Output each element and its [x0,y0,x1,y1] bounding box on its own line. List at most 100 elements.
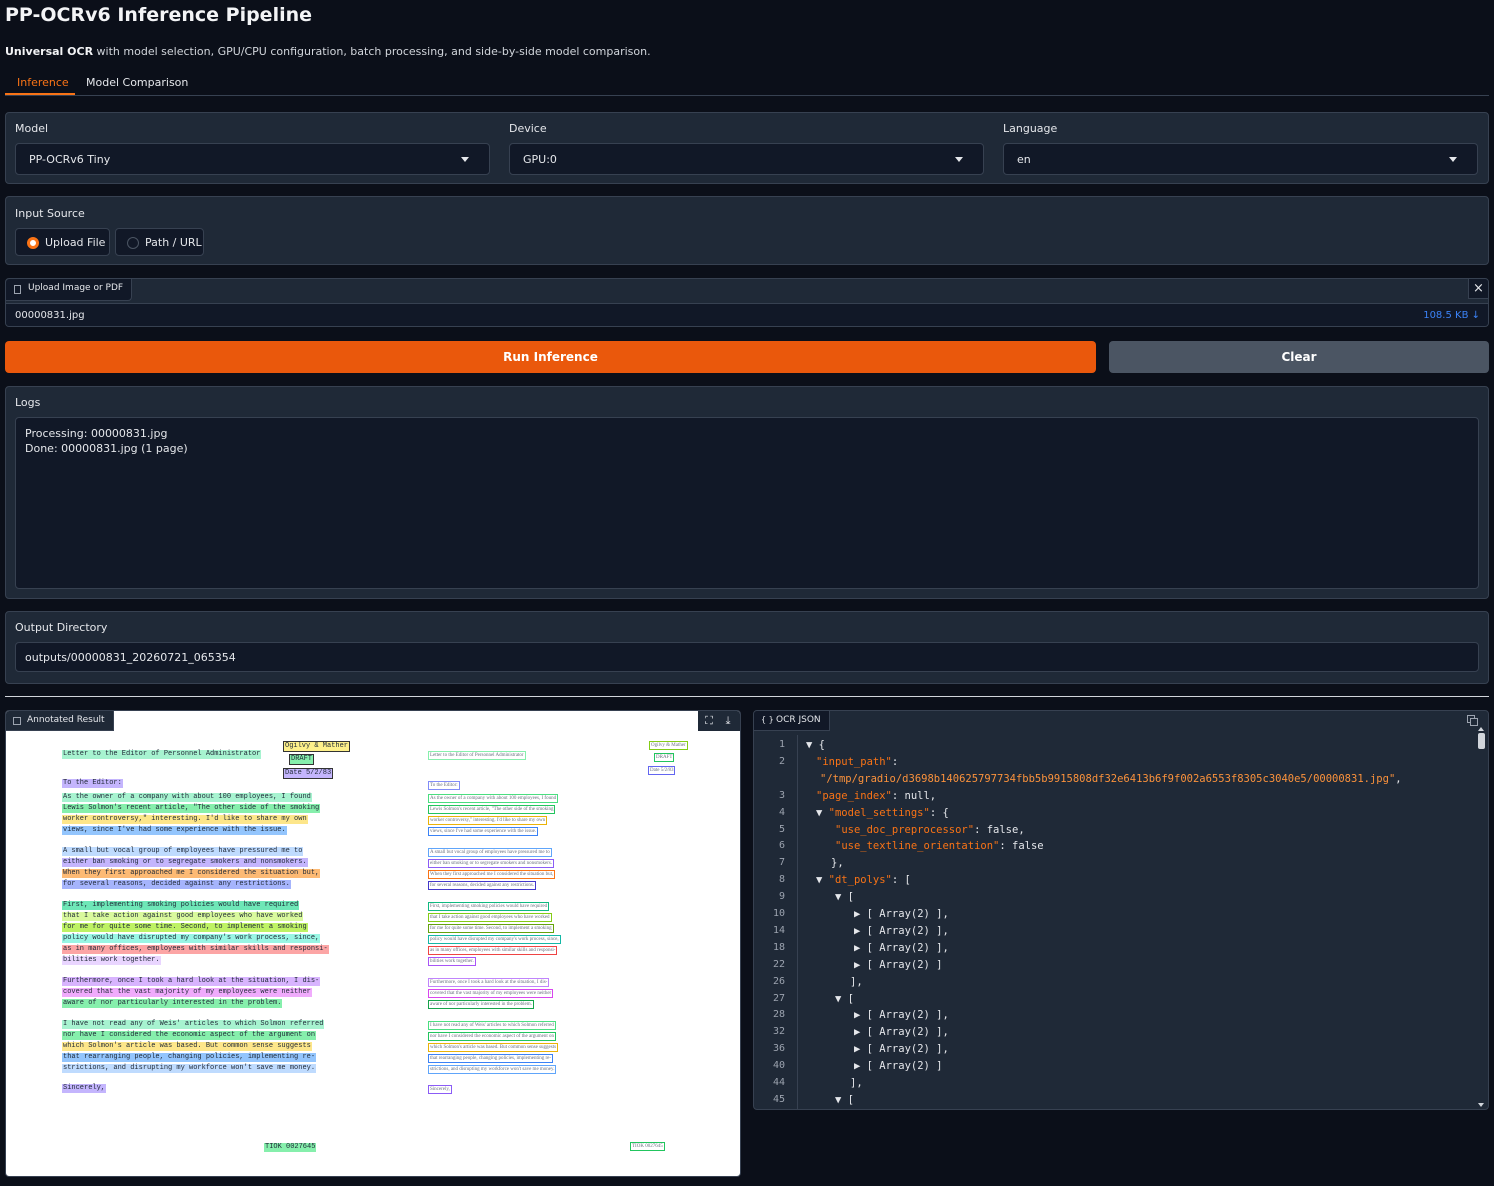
line-number: 28 [772,1009,785,1021]
json-line: ▶ [ Array(2) ], [854,1026,949,1039]
ocr-text-box: aware of nor particularly interested in … [62,999,283,1008]
stamp-box: DRAFT [654,753,675,762]
radio-upload-file[interactable]: Upload File [15,228,110,256]
json-line: ▶ [ Array(2) ], [854,1043,949,1056]
radio-label: Upload File [45,236,106,249]
scroll-thumb[interactable] [1478,733,1485,749]
ocr-text-box: Sincerely, [62,1084,107,1093]
json-scrollbar[interactable] [1477,727,1486,1107]
ocr-footer-box: TIOK 0027645 [264,1143,317,1152]
tab-inference[interactable]: Inference [17,76,69,89]
line-number: 4 [778,806,785,818]
json-line: ▼ "dt_polys": [ [816,874,911,887]
ocr-text-box: for several reasons, decided against any… [428,881,537,890]
radio-path-url[interactable]: Path / URL [115,228,204,256]
ocr-text-box: First, implementing smoking policies wou… [62,901,300,910]
json-line: ▼ [ [835,992,854,1005]
log-line: Processing: 00000831.jpg [25,427,168,440]
page-subtitle: Universal OCR with model selection, GPU/… [5,45,651,58]
output-directory-field[interactable]: outputs/00000831_20260721_065354 [15,642,1479,672]
json-line: ▼ [ [835,891,854,904]
scroll-up-icon[interactable] [1478,727,1484,731]
ocr-text-box: bilities work together. [428,957,476,966]
ocr-text-box: that rearranging people, changing polici… [62,1053,317,1062]
ocr-text-box: Lewis Solmon's recent article, "The othe… [62,804,321,813]
device-dropdown[interactable]: GPU:0 [509,143,984,175]
ocr-text-box: nor have I considered the economic aspec… [62,1031,317,1040]
logs-label: Logs [15,396,41,409]
ocr-text-box: for several reasons, decided against any… [62,880,291,889]
ocr-text-box: nor have I considered the economic aspec… [428,1032,557,1041]
download-icon[interactable]: ⤓ [721,714,735,728]
line-number-gutter: 1 2 3 4 5 6 7 8 9 10 14 18 22 26 27 28 32 36 40 44 45 [754,735,798,1109]
json-line: ▼ "model_settings": { [816,806,949,819]
json-line: "input_path": [816,755,899,768]
ocr-text-box: that I take action against good employee… [62,912,304,921]
line-number: 18 [772,941,785,953]
stamp-box: Date 5/2/83 [283,768,334,779]
chevron-down-icon [461,157,469,162]
clear-button[interactable]: Clear [1109,341,1489,373]
tab-model-comparison[interactable]: Model Comparison [86,76,188,89]
ocr-text-box: for me for quite some time. Second, to i… [62,923,308,932]
section-divider [5,696,1489,697]
file-download-link[interactable]: 108.5 KB ↓ [1423,310,1480,321]
ocr-text-box: aware of nor particularly interested in … [428,1000,534,1009]
copy-icon[interactable] [1466,714,1480,728]
ocr-text-box: When they first approached me I consider… [428,870,556,879]
output-directory-value: outputs/00000831_20260721_065354 [25,651,236,664]
ocr-text-box: Furthermore, once I took a hard look at … [62,977,321,986]
ocr-text-box: which Solmon's article was based. But co… [428,1043,559,1052]
ocr-header-box: Letter to the Editor of Personnel Admini… [62,750,262,759]
language-label: Language [1003,122,1058,135]
ocr-text-box: As the owner of a company with about 100… [62,793,312,802]
radio-selected-icon [27,237,39,249]
language-value: en [1017,153,1031,166]
model-dropdown[interactable]: PP-OCRv6 Tiny [15,143,490,175]
model-label: Model [15,122,49,135]
ocr-text-box: Sincerely, [428,1085,452,1094]
ocr-json-label: { } OCR JSON [754,711,830,731]
logs-textarea[interactable]: Processing: 00000831.jpg Done: 00000831.… [15,417,1479,589]
line-number: 5 [778,823,785,835]
json-line: ▶ [ Array(2) ] [854,1060,943,1073]
ocr-text-box: First, implementing smoking policies wou… [428,902,550,911]
close-button[interactable]: × [1468,279,1488,299]
active-tab-indicator [5,93,75,95]
ocr-text-box: As the owner of a company with about 100… [428,794,559,803]
ocr-json-panel: { } OCR JSON 1 2 3 4 5 6 7 8 9 10 14 18 22 26 27 28 32 36… [753,710,1489,1110]
stamp-box: Ogilvy & Mather [649,741,688,750]
model-value: PP-OCRv6 Tiny [29,153,111,166]
json-line: ▼ [ [835,1093,854,1106]
ocr-text-box: that I take action against good employee… [428,913,552,922]
ocr-text-box: strictions, and disrupting my workforce … [62,1064,317,1073]
ocr-text-box: strictions, and disrupting my workforce … [428,1065,557,1074]
file-icon [14,285,21,294]
stamp-box: Ogilvy & Mather [283,741,351,752]
ocr-text-box: policy would have disrupted my company's… [62,934,321,943]
fullscreen-icon[interactable]: ⛶ [702,714,716,728]
json-line: "page_index": null, [816,789,937,802]
json-line: ▶ [ Array(2) ], [854,1009,949,1022]
line-number: 7 [778,857,785,869]
line-number: 1 [778,739,785,750]
image-icon [13,717,21,725]
ocr-text-box: I have not read any of Weis' articles to… [428,1021,556,1030]
json-line: "use_doc_preprocessor": false, [835,823,1025,836]
run-inference-button[interactable]: Run Inference [5,341,1096,373]
ocr-text-box: for me for quite some time. Second, to i… [428,924,554,933]
ocr-text-box: that rearranging people, changing polici… [428,1054,554,1063]
ocr-text-box: policy would have disrupted my company's… [428,935,561,944]
input-source-label: Input Source [15,207,85,220]
ocr-text-box: A small but vocal group of employees hav… [428,848,552,857]
line-number: 14 [772,924,785,936]
radio-unselected-icon [127,237,139,249]
json-line: ▶ [ Array(2) ] [854,958,943,971]
scroll-down-icon[interactable] [1478,1103,1484,1107]
json-code-view[interactable]: 1 2 3 4 5 6 7 8 9 10 14 18 22 26 27 28 32 36 40 44 45 ▼ {"in… [754,735,1476,1109]
ocr-text-box: I have not read any of Weis' articles to… [62,1020,325,1029]
ocr-text-box: worker controversy," interesting. I'd li… [62,815,308,824]
language-dropdown[interactable]: en [1003,143,1478,175]
ocr-text-box: as in many offices, employees with simil… [428,946,558,955]
ocr-greeting-box: To the Editor: [428,781,460,790]
